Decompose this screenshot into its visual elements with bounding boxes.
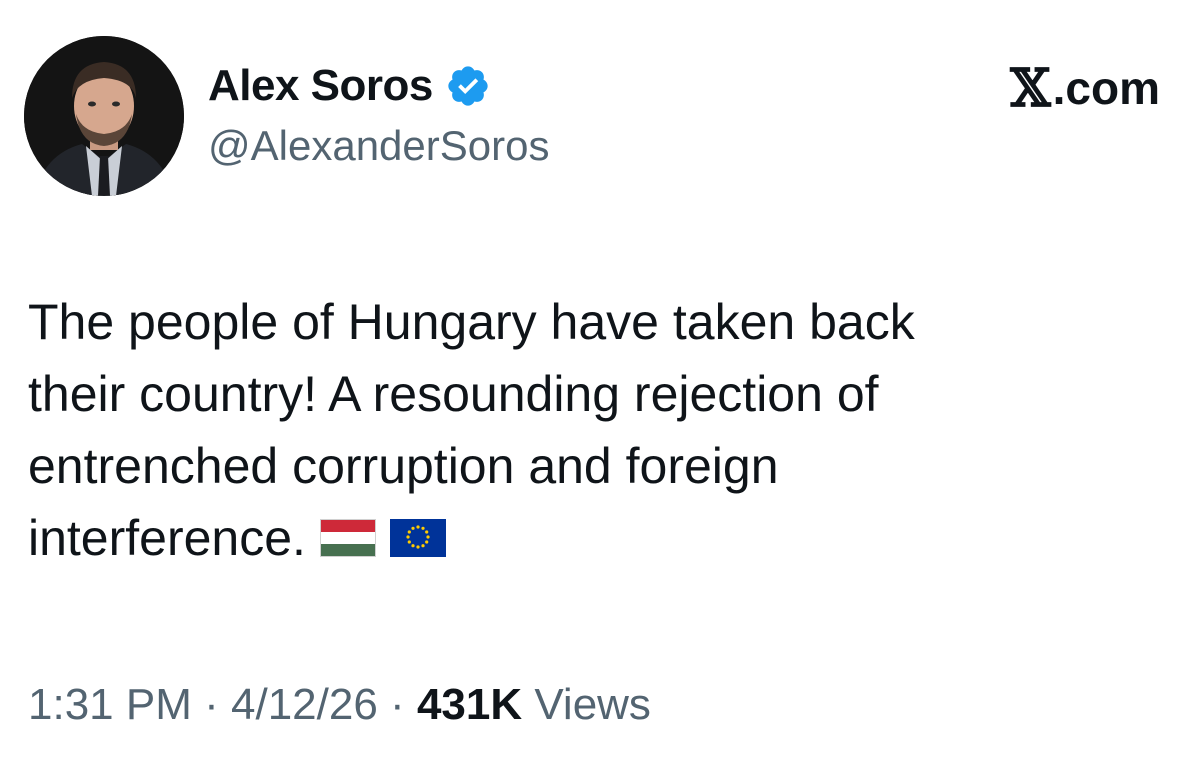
views-label: Views [534,680,651,729]
x-logo-icon: 𝕏 [1010,57,1051,119]
tweet-card[interactable]: Alex Soros @AlexanderSoros 𝕏 .com The pe… [0,0,1200,767]
tweet-text-line: The people of Hungary have taken back [28,294,915,350]
author-handle[interactable]: @AlexanderSoros [208,122,549,170]
tweet-text-line: their country! A resounding rejection of [28,366,879,422]
tweet-text-line: entrenched corruption and foreign [28,438,779,494]
views-count[interactable]: 431K [417,680,522,729]
tweet-time[interactable]: 1:31 PM [28,680,192,729]
hungary-flag-icon [319,518,376,557]
tweet-text-line: interference. [28,510,306,566]
x-com-watermark: 𝕏 .com [1010,57,1160,119]
tweet-date[interactable]: 4/12/26 [231,680,378,729]
tweet-meta: 1:31 PM · 4/12/26 · 431K Views [28,680,651,730]
avatar-portrait-icon [24,36,184,196]
verified-badge-icon [445,63,491,109]
author-display-name[interactable]: Alex Soros [208,61,433,111]
meta-separator: · [390,680,405,729]
tweet-text: The people of Hungary have taken back th… [28,286,1148,574]
tweet-text-last-line: interference. [28,502,1148,574]
author-name-row[interactable]: Alex Soros [208,58,491,114]
eu-flag-icon [389,518,446,557]
brand-suffix: .com [1052,62,1160,114]
meta-separator: · [204,680,219,729]
avatar[interactable] [24,36,184,196]
